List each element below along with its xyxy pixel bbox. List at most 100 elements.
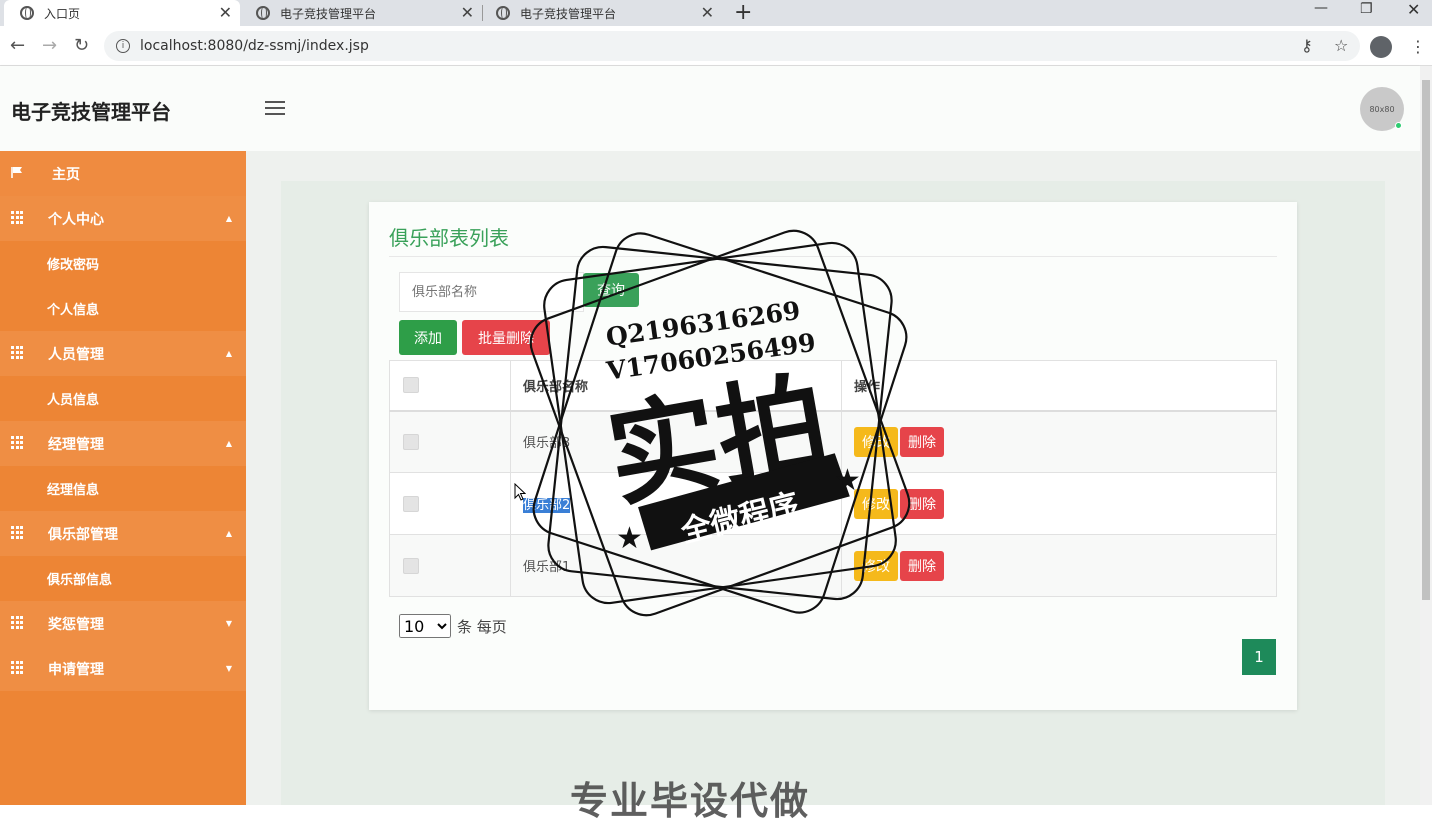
sidebar-item-6[interactable]: 经理管理 ▲ (0, 421, 246, 466)
operations-cell: 修改 删除 (841, 410, 1277, 473)
sidebar-item-1[interactable]: 个人中心 ▲ (0, 196, 246, 241)
header-club-name: 俱乐部名称 (510, 360, 842, 412)
sidebar-item-label: 主页 (52, 166, 80, 183)
delete-button[interactable]: 删除 (900, 488, 944, 519)
close-icon[interactable]: ✕ (219, 3, 232, 22)
browser-tabbar: 入口页 ✕ 电子竞技管理平台 ✕ 电子竞技管理平台 ✕ + — ❐ ✕ (0, 0, 1432, 26)
grid-icon (11, 346, 24, 359)
brand-title: 电子竞技管理平台 (11, 100, 171, 124)
profile-icon[interactable] (1370, 36, 1392, 58)
sidebar-item-9[interactable]: 俱乐部信息 (0, 556, 246, 601)
table-header-row: 俱乐部名称 操作 (389, 360, 1277, 412)
scrollbar-thumb[interactable] (1422, 80, 1430, 600)
sidebar-item-4[interactable]: 人员管理 ▲ (0, 331, 246, 376)
add-button[interactable]: 添加 (399, 320, 457, 355)
sidebar-item-2[interactable]: 修改密码 (0, 241, 246, 286)
info-icon[interactable]: i (116, 39, 130, 53)
batch-delete-button[interactable]: 批量删除 (462, 320, 550, 355)
sidebar-item-5[interactable]: 人员信息 (0, 376, 246, 421)
grid-icon (11, 526, 24, 539)
minimize-icon[interactable]: — (1314, 0, 1328, 16)
sidebar-item-label: 个人信息 (47, 303, 100, 318)
avatar-text: 80x80 (1369, 104, 1395, 114)
operations-cell: 修改 删除 (841, 534, 1277, 597)
club-name-cell: 俱乐部1 (510, 534, 842, 597)
row-check-cell (389, 534, 511, 597)
page-scrollbar[interactable] (1420, 66, 1432, 805)
sidebar-item-label: 俱乐部信息 (47, 573, 113, 588)
menu-icon[interactable]: ⋮ (1410, 37, 1426, 56)
flag-icon (11, 166, 24, 179)
sidebar-item-label: 个人中心 (48, 211, 104, 228)
caret-up-icon: ▲ (225, 214, 232, 223)
page-title: 俱乐部表列表 (389, 226, 509, 250)
selected-text: 俱乐部2 (523, 498, 571, 513)
row-check-cell (389, 410, 511, 473)
close-icon[interactable]: ✕ (701, 3, 714, 22)
list-card: 俱乐部表列表 查询 添加 批量删除 俱乐部名称 操作 俱乐部3 修改删除 俱乐部… (369, 202, 1297, 710)
sidebar-item-7[interactable]: 经理信息 (0, 466, 246, 511)
sidebar-item-label: 奖惩管理 (48, 616, 104, 633)
header-select-all[interactable] (389, 360, 511, 412)
sidebar-item-label: 经理管理 (48, 436, 104, 453)
grid-icon (11, 436, 24, 449)
reload-icon[interactable]: ↻ (74, 35, 89, 56)
search-input[interactable] (399, 272, 584, 312)
globe-icon (20, 6, 34, 20)
delete-button[interactable]: 删除 (900, 550, 944, 581)
hamburger-icon[interactable] (265, 101, 285, 115)
sidebar: 主页 个人中心 ▲ 修改密码 个人信息 人员管理 ▲ 人员信息 经理管理 ▲ 经理信息 俱乐部管理 ▲ 俱… (0, 151, 246, 805)
tab-label: 入口页 (44, 6, 81, 21)
browser-tab-2[interactable]: 电子竞技管理平台 ✕ (240, 0, 482, 26)
row-checkbox[interactable] (403, 433, 419, 450)
sidebar-item-0[interactable]: 主页 (0, 151, 246, 196)
query-button[interactable]: 查询 (583, 273, 639, 307)
grid-icon (11, 616, 24, 629)
row-checkbox[interactable] (403, 495, 419, 512)
browser-tab-3[interactable]: 电子竞技管理平台 ✕ (480, 0, 722, 26)
forward-icon[interactable]: → (42, 35, 57, 56)
bottom-watermark: 专业毕设代做 (570, 779, 811, 823)
edit-button[interactable]: 修改 (854, 550, 898, 581)
club-table: 俱乐部名称 操作 俱乐部3 修改 删除 俱乐部2 修改 删除 俱乐部1 修改 删… (389, 360, 1277, 597)
edit-button[interactable]: 修改 (854, 488, 898, 519)
tab-label: 电子竞技管理平台 (520, 6, 617, 21)
caret-down-icon: ▼ (225, 619, 232, 628)
sidebar-item-label: 经理信息 (47, 483, 100, 498)
key-icon[interactable]: ⚷ (1301, 36, 1313, 55)
sidebar-item-11[interactable]: 申请管理 ▼ (0, 646, 246, 691)
address-bar[interactable]: i localhost:8080/dz-ssmj/index.jsp (104, 31, 1360, 61)
sidebar-item-label: 人员管理 (48, 346, 104, 363)
sidebar-item-label: 申请管理 (48, 661, 104, 678)
sidebar-item-label: 俱乐部管理 (48, 526, 118, 543)
table-row: 俱乐部3 修改 删除 (389, 410, 1277, 473)
header-operations: 操作 (841, 360, 1277, 412)
window-close-icon[interactable]: ✕ (1407, 0, 1420, 19)
sidebar-item-3[interactable]: 个人信息 (0, 286, 246, 331)
table-row: 俱乐部2 修改 删除 (389, 472, 1277, 535)
new-tab-icon[interactable]: + (734, 0, 752, 25)
row-check-cell (389, 472, 511, 535)
select-all-checkbox[interactable] (403, 377, 419, 394)
club-name-cell: 俱乐部2 (510, 472, 842, 535)
edit-button[interactable]: 修改 (854, 426, 898, 457)
back-icon[interactable]: ← (10, 35, 25, 56)
row-checkbox[interactable] (403, 557, 419, 574)
star-icon[interactable]: ☆ (1334, 36, 1348, 55)
pagination-page-1[interactable]: 1 (1242, 639, 1276, 675)
sidebar-item-label: 人员信息 (47, 393, 100, 408)
delete-button[interactable]: 删除 (900, 426, 944, 457)
avatar[interactable]: 80x80 (1360, 87, 1404, 131)
online-status-dot (1395, 122, 1402, 129)
operations-cell: 修改 删除 (841, 472, 1277, 535)
page-size-control: 10 条 每页 (399, 614, 507, 638)
restore-icon[interactable]: ❐ (1360, 1, 1373, 17)
browser-tab-1[interactable]: 入口页 ✕ (4, 0, 240, 26)
close-icon[interactable]: ✕ (461, 3, 474, 22)
sidebar-item-label: 修改密码 (47, 258, 100, 273)
sidebar-item-8[interactable]: 俱乐部管理 ▲ (0, 511, 246, 556)
sidebar-item-10[interactable]: 奖惩管理 ▼ (0, 601, 246, 646)
caret-up-icon: ▲ (225, 439, 232, 448)
app-header: 电子竞技管理平台 80x80 (0, 66, 1420, 152)
page-size-select[interactable]: 10 (399, 614, 451, 638)
